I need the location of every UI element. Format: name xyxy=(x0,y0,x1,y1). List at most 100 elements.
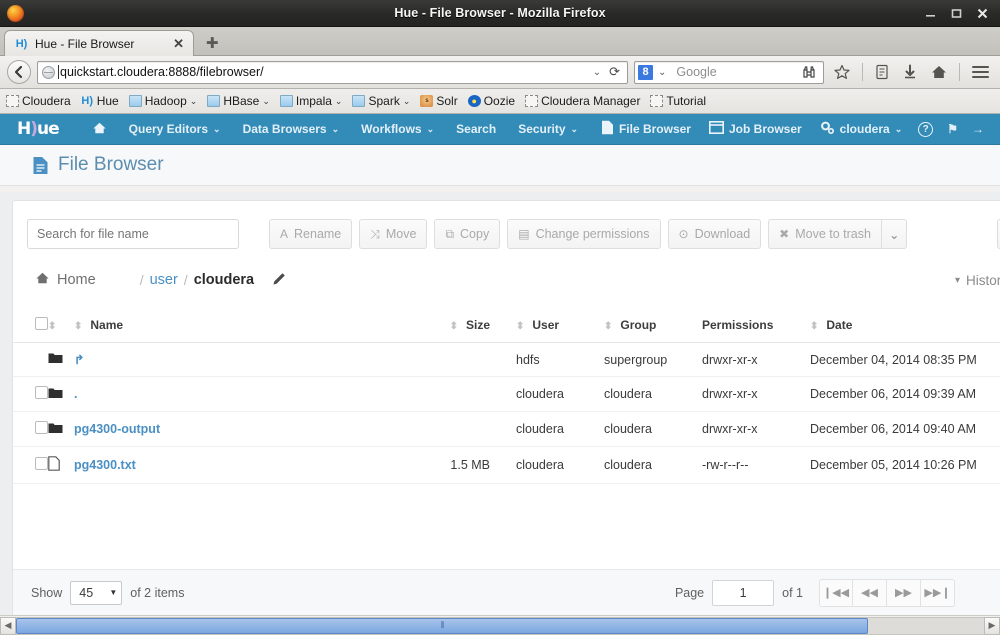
size-header[interactable]: ⬍ Size xyxy=(404,309,504,343)
hue-nav-data-browsers[interactable]: Data Browsers ⌄ xyxy=(232,122,351,136)
breadcrumb-item-cloudera[interactable]: cloudera xyxy=(194,272,254,288)
date-header[interactable]: ⬍ Date xyxy=(810,309,1000,343)
chevron-down-icon[interactable]: ⌄ xyxy=(213,124,221,135)
tab-close-icon[interactable]: ✕ xyxy=(170,36,187,52)
chevron-down-icon[interactable]: ⌄ xyxy=(571,124,579,135)
change-permissions-button[interactable]: ▤ Change permissions xyxy=(507,219,661,249)
browser-tab[interactable]: H) Hue - File Browser ✕ xyxy=(4,30,194,56)
home-icon[interactable] xyxy=(927,64,951,80)
url-dropdown-icon[interactable]: ⌄ xyxy=(588,67,606,78)
breadcrumb-home[interactable]: Home xyxy=(35,271,96,289)
hue-nav-security[interactable]: Security ⌄ xyxy=(507,122,589,136)
menu-icon[interactable] xyxy=(968,65,993,79)
chevron-down-icon[interactable]: ⌄ xyxy=(332,124,340,135)
file-name-link[interactable]: . xyxy=(74,387,77,401)
file-name-link[interactable]: pg4300.txt xyxy=(74,458,136,472)
hue-nav-job-browser[interactable]: Job Browser xyxy=(700,121,811,137)
row-checkbox[interactable] xyxy=(35,386,48,399)
chevron-down-icon[interactable]: ⌄ xyxy=(895,124,903,135)
pencil-icon[interactable] xyxy=(272,272,286,289)
select-all-header[interactable] xyxy=(13,309,48,343)
sort-icon[interactable]: ⬍ xyxy=(604,322,612,332)
bookmark-tutorial[interactable]: Tutorial xyxy=(650,94,706,108)
file-name-link[interactable]: ↱ xyxy=(74,353,84,367)
back-button[interactable] xyxy=(7,60,31,84)
scroll-right-arrow-icon[interactable]: ▶ xyxy=(984,616,1000,635)
first-page-button[interactable]: ❙◀◀ xyxy=(819,578,853,607)
sort-icon[interactable]: ⬍ xyxy=(48,322,56,332)
file-name-link[interactable]: pg4300-output xyxy=(74,422,160,436)
maximize-button[interactable] xyxy=(951,8,962,19)
sort-icon[interactable]: ⬍ xyxy=(450,322,458,332)
bookmark-hbase[interactable]: HBase ⌄ xyxy=(207,94,270,108)
chevron-down-icon[interactable]: ⌄ xyxy=(403,96,411,107)
row-checkbox-cell[interactable] xyxy=(13,376,48,412)
sort-icon[interactable]: ⬍ xyxy=(516,322,524,332)
table-row[interactable]: pg4300-output cloudera cloudera drwxr-xr-x D… xyxy=(13,411,1000,447)
trash-dropdown-button[interactable]: ⌄ xyxy=(880,219,908,249)
reload-icon[interactable]: ⟳ xyxy=(606,64,623,80)
copy-button[interactable]: ⧉ Copy xyxy=(434,219,501,249)
row-checkbox[interactable] xyxy=(35,457,48,470)
close-button[interactable] xyxy=(977,8,988,19)
row-checkbox-cell[interactable] xyxy=(13,342,48,377)
hue-home-button[interactable] xyxy=(81,121,118,138)
hue-nav-workflows[interactable]: Workflows ⌄ xyxy=(350,122,445,136)
bookmark-hue[interactable]: H) Hue xyxy=(81,94,118,108)
bookmark-spark[interactable]: Spark ⌄ xyxy=(352,94,410,108)
download-button[interactable]: ⊙ Download xyxy=(667,219,762,249)
sort-icon[interactable]: ⬍ xyxy=(810,322,818,332)
prev-page-button[interactable]: ◀◀ xyxy=(853,578,887,607)
minimize-button[interactable] xyxy=(925,8,936,19)
hue-nav-file-browser[interactable]: File Browser xyxy=(592,120,700,138)
table-row[interactable]: pg4300.txt 1.5 MB cloudera cloudera -rw-r--r… xyxy=(13,446,1000,484)
sort-icon[interactable]: ⬍ xyxy=(74,322,82,332)
logout-icon[interactable]: → xyxy=(965,122,991,136)
bookmark-star-icon[interactable] xyxy=(830,64,854,80)
table-row[interactable]: ↱ hdfs supergroup drwxr-xr-x December 04, 20… xyxy=(13,342,1000,377)
chevron-down-icon[interactable]: ⌄ xyxy=(427,124,435,135)
move-to-trash-split-button[interactable]: ✖ Move to trash ⌄ xyxy=(768,219,908,249)
help-icon[interactable]: ? xyxy=(911,121,940,137)
hue-logo[interactable]: H)ue xyxy=(17,119,60,139)
scrollbar-thumb[interactable]: ⫴ xyxy=(16,617,868,634)
hue-nav-query-editors[interactable]: Query Editors ⌄ xyxy=(118,122,232,136)
move-to-trash-button[interactable]: ✖ Move to trash xyxy=(768,219,881,249)
group-header[interactable]: ⬍ Group xyxy=(604,309,702,343)
select-all-checkbox[interactable] xyxy=(35,317,48,330)
name-header[interactable]: ⬍ Name xyxy=(74,309,404,343)
bookmark-cloudera-manager[interactable]: Cloudera Manager xyxy=(525,94,640,108)
row-checkbox-cell[interactable] xyxy=(13,411,48,447)
page-size-select[interactable]: 45 ▼ xyxy=(70,580,123,605)
bookmark-cloudera[interactable]: Cloudera xyxy=(6,94,71,108)
bookmark-hadoop[interactable]: Hadoop ⌄ xyxy=(128,94,198,108)
horizontal-scrollbar[interactable]: ◀ ⫴ ▶ xyxy=(0,615,1000,635)
search-input[interactable] xyxy=(27,219,239,249)
page-number-input[interactable]: 1 xyxy=(712,579,775,606)
scroll-left-arrow-icon[interactable]: ◀ xyxy=(0,616,16,635)
hue-nav-search[interactable]: Search xyxy=(445,122,507,136)
downloads-icon[interactable] xyxy=(899,64,921,80)
next-page-button[interactable]: ▶▶ xyxy=(887,578,921,607)
last-page-button[interactable]: ▶▶❙ xyxy=(921,578,955,607)
chevron-down-icon[interactable]: ⌄ xyxy=(262,96,270,107)
flag-icon[interactable]: ⚑ xyxy=(940,122,965,136)
search-engine-caret-icon[interactable]: ⌄ xyxy=(653,67,671,78)
rename-button[interactable]: A Rename xyxy=(269,219,353,249)
url-bar[interactable]: quickstart.cloudera:8888/filebrowser/ ⌄ … xyxy=(37,60,628,84)
row-checkbox-cell[interactable] xyxy=(13,446,48,484)
chevron-down-icon[interactable]: ⌄ xyxy=(190,96,198,107)
row-checkbox[interactable] xyxy=(35,421,48,434)
new-tab-button[interactable]: ✚ xyxy=(200,36,225,51)
move-button[interactable]: ⤨ Move xyxy=(359,219,428,249)
user-header[interactable]: ⬍ User xyxy=(504,309,604,343)
binoculars-icon[interactable] xyxy=(798,65,820,79)
permissions-header[interactable]: Permissions xyxy=(702,309,810,343)
table-row[interactable]: . cloudera cloudera drwxr-xr-x December 06, … xyxy=(13,376,1000,412)
search-bar[interactable]: 8 ⌄ Google xyxy=(634,60,824,84)
bookmark-impala[interactable]: Impala ⌄ xyxy=(279,94,343,108)
reader-icon[interactable] xyxy=(871,64,893,80)
chevron-down-icon[interactable]: ⌄ xyxy=(335,96,343,107)
scrollbar-track[interactable]: ⫴ xyxy=(16,616,984,635)
bookmark-solr[interactable]: s Solr xyxy=(420,94,458,108)
